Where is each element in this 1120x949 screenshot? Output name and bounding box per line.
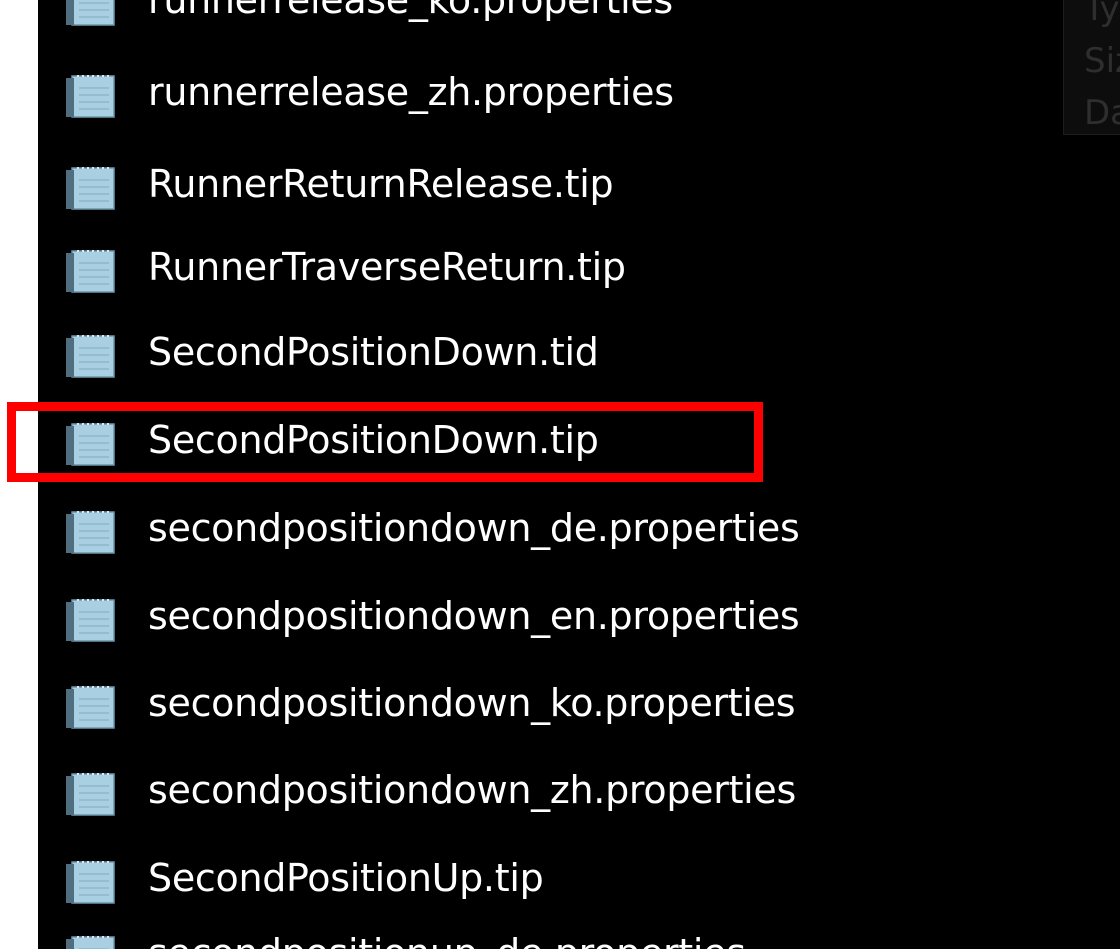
file-name: RunnerReturnRelease.tip bbox=[148, 162, 614, 206]
file-row[interactable]: secondpositiondown_zh.properties bbox=[38, 752, 1120, 832]
file-name: runnerrelease_ko.properties bbox=[148, 0, 673, 22]
screenshot-viewport: Type: Tex Size: 67 byte Date modifi runn… bbox=[0, 0, 1120, 949]
notepad-file-icon bbox=[66, 861, 115, 904]
notepad-file-icon bbox=[66, 0, 115, 26]
file-row[interactable]: runnerrelease_ko.properties bbox=[38, 0, 1120, 42]
file-row[interactable]: secondpositionup_de.properties bbox=[38, 915, 1120, 949]
notepad-file-icon bbox=[66, 936, 115, 949]
file-row-selected[interactable]: SecondPositionDown.tip bbox=[38, 402, 1120, 482]
notepad-file-icon bbox=[66, 75, 115, 118]
file-row[interactable]: SecondPositionUp.tip bbox=[38, 840, 1120, 920]
file-name: SecondPositionUp.tip bbox=[148, 856, 544, 900]
file-row[interactable]: RunnerTraverseReturn.tip bbox=[38, 229, 1120, 309]
file-name: secondpositiondown_ko.properties bbox=[148, 681, 796, 725]
file-name: SecondPositionDown.tid bbox=[148, 330, 599, 374]
notepad-file-icon bbox=[66, 511, 115, 554]
notepad-file-icon bbox=[66, 250, 115, 293]
file-name: secondpositiondown_en.properties bbox=[148, 594, 800, 638]
file-name: SecondPositionDown.tip bbox=[148, 418, 599, 462]
file-row[interactable]: runnerrelease_zh.properties bbox=[38, 54, 1120, 134]
file-row[interactable]: secondpositiondown_ko.properties bbox=[38, 665, 1120, 745]
notepad-file-icon bbox=[66, 599, 115, 642]
file-name: secondpositiondown_de.properties bbox=[148, 506, 800, 550]
notepad-file-icon bbox=[66, 167, 115, 210]
file-name: secondpositiondown_zh.properties bbox=[148, 768, 796, 812]
file-list-pane: Type: Tex Size: 67 byte Date modifi runn… bbox=[38, 0, 1120, 949]
notepad-file-icon bbox=[66, 773, 115, 816]
file-name: RunnerTraverseReturn.tip bbox=[148, 245, 626, 289]
file-name: runnerrelease_zh.properties bbox=[148, 70, 674, 114]
file-name: secondpositionup_de.properties bbox=[148, 931, 746, 949]
notepad-file-icon bbox=[66, 423, 115, 466]
notepad-file-icon bbox=[66, 686, 115, 729]
file-row[interactable]: RunnerReturnRelease.tip bbox=[38, 146, 1120, 226]
file-row[interactable]: SecondPositionDown.tid bbox=[38, 314, 1120, 394]
file-row[interactable]: secondpositiondown_de.properties bbox=[38, 490, 1120, 570]
file-row[interactable]: secondpositiondown_en.properties bbox=[38, 578, 1120, 658]
notepad-file-icon bbox=[66, 335, 115, 378]
